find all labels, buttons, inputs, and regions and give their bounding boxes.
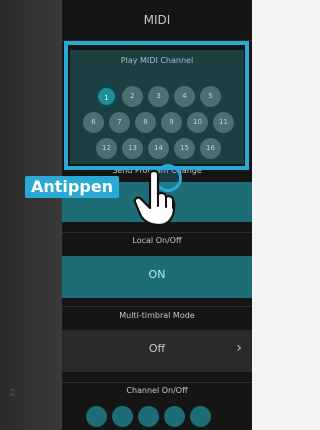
multi-timbral-value: Off [148, 342, 166, 355]
channel-onoff-button[interactable] [86, 406, 107, 427]
page-title: MIDI [143, 13, 171, 27]
multi-timbral-selector[interactable]: Off › [62, 330, 252, 372]
dim-background-text: ♫ [8, 388, 17, 398]
channel-onoff-button[interactable] [190, 406, 211, 427]
dimmed-background: ♫ [0, 0, 62, 430]
divider [62, 382, 252, 383]
chevron-right-icon: › [236, 340, 242, 356]
local-onoff-label: Local On/Off [132, 236, 182, 245]
pointing-hand-icon [133, 169, 176, 227]
tap-instruction-label: Antippen [25, 176, 120, 198]
divider [62, 306, 252, 307]
divider [62, 232, 252, 233]
channel-onoff-button[interactable] [138, 406, 159, 427]
highlight-frame [64, 41, 249, 170]
local-onoff-value: ON [148, 268, 166, 281]
local-onoff-toggle[interactable]: ON [62, 256, 252, 298]
channel-onoff-label: Channel On/Off [126, 386, 188, 395]
channel-onoff-button[interactable] [112, 406, 133, 427]
multi-timbral-label: Multi-timbral Mode [119, 311, 195, 320]
channel-onoff-button[interactable] [164, 406, 185, 427]
